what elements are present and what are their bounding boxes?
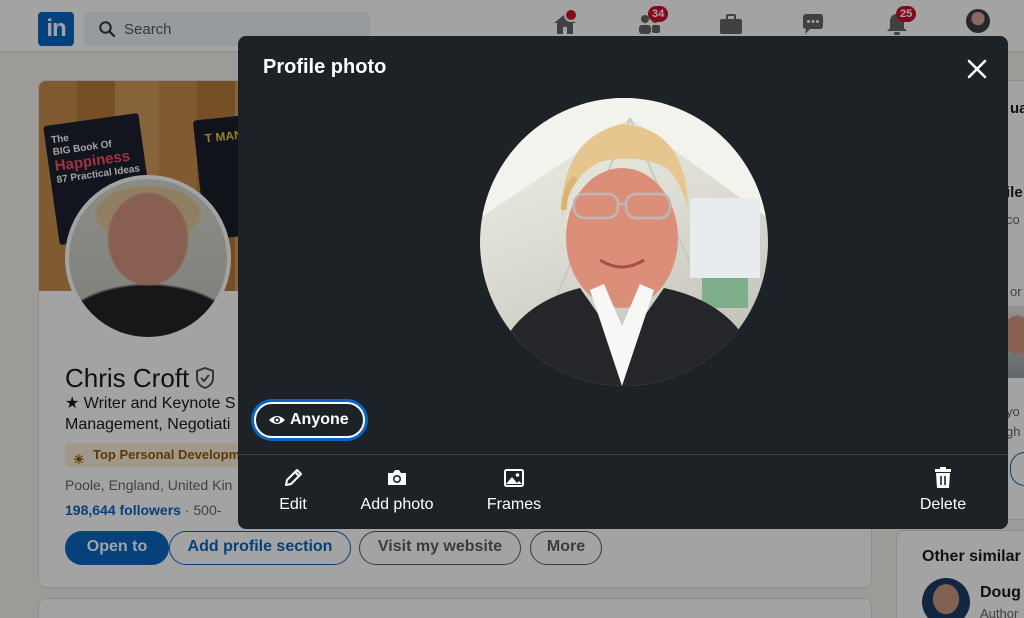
delete-label: Delete xyxy=(919,496,967,513)
frames-label: Frames xyxy=(486,496,542,513)
frames-button[interactable]: Frames xyxy=(484,466,544,518)
visibility-button[interactable]: Anyone xyxy=(254,402,365,438)
add-photo-label: Add photo xyxy=(360,496,434,513)
profile-photo-modal: Profile photo Anyone Edit Add photo Fram… xyxy=(238,36,1008,529)
visibility-label: Anyone xyxy=(290,411,349,428)
edit-button[interactable]: Edit xyxy=(276,466,310,518)
profile-photo xyxy=(480,98,768,386)
trash-icon xyxy=(935,467,951,488)
close-icon xyxy=(967,59,987,79)
edit-label: Edit xyxy=(279,496,307,513)
image-icon xyxy=(504,469,524,487)
camera-icon xyxy=(388,470,406,485)
eye-icon xyxy=(269,416,285,424)
close-button[interactable] xyxy=(962,54,992,84)
modal-divider xyxy=(238,454,1008,455)
modal-title: Profile photo xyxy=(263,56,387,78)
delete-button[interactable]: Delete xyxy=(916,466,970,518)
add-photo-button[interactable]: Add photo xyxy=(356,466,438,518)
pencil-icon xyxy=(285,469,302,486)
